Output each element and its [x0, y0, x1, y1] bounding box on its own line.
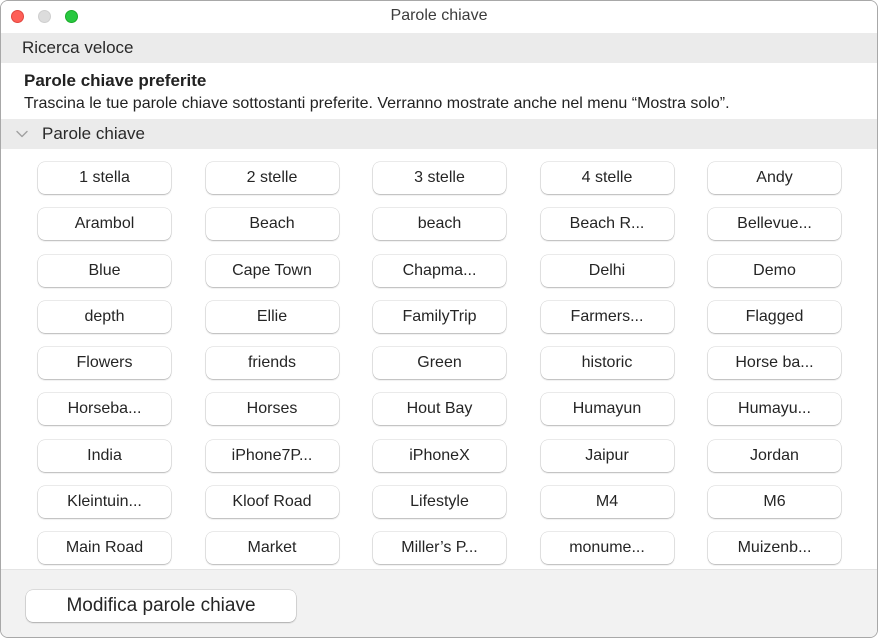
keyword-button[interactable]: friends	[205, 347, 339, 380]
favorites-description: Trascina le tue parole chiave sottostant…	[24, 95, 730, 112]
keyword-button[interactable]: Jordan	[708, 439, 841, 472]
keyword-button[interactable]: Demo	[708, 254, 841, 287]
keywords-window: Parole chiave Ricerca veloce Parole chia…	[0, 0, 878, 638]
quick-search-label: Ricerca veloce	[22, 38, 134, 57]
quick-search-header[interactable]: Ricerca veloce	[1, 33, 877, 63]
keyword-button[interactable]: 2 stelle	[205, 162, 339, 194]
keyword-button[interactable]: depth	[38, 300, 171, 333]
title-bar[interactable]: Parole chiave	[1, 1, 877, 33]
keyword-button[interactable]: Farmers...	[540, 300, 674, 333]
keyword-button[interactable]: Kleintuin...	[38, 486, 171, 519]
keyword-button[interactable]: FamilyTrip	[373, 300, 506, 333]
keyword-button[interactable]: iPhoneX	[373, 439, 506, 472]
keyword-button[interactable]: monume...	[540, 532, 674, 565]
keyword-button[interactable]: Kloof Road	[205, 486, 339, 519]
keyword-button[interactable]: Humayun	[540, 393, 674, 426]
keyword-button[interactable]: Flowers	[38, 347, 171, 380]
keyword-button[interactable]: Green	[373, 347, 506, 380]
keyword-button[interactable]: Jaipur	[540, 439, 674, 472]
window-title: Parole chiave	[390, 7, 488, 24]
keyword-button[interactable]: Beach R...	[540, 208, 674, 241]
keyword-button[interactable]: Horses	[205, 393, 339, 426]
keyword-button[interactable]: Ellie	[205, 300, 339, 333]
keyword-button[interactable]: Andy	[708, 162, 841, 194]
footer-bar: Modifica parole chiave	[1, 569, 877, 637]
keyword-button[interactable]: historic	[540, 347, 674, 380]
keyword-button[interactable]: Muizenb...	[708, 532, 841, 565]
keywords-section-label: Parole chiave	[42, 124, 146, 143]
keyword-button[interactable]: Market	[205, 532, 339, 565]
keyword-button[interactable]: Horseba...	[38, 393, 171, 426]
keyword-button[interactable]: Blue	[38, 254, 171, 287]
edit-keywords-button[interactable]: Modifica parole chiave	[26, 590, 296, 622]
keyword-button[interactable]: Chapma...	[373, 254, 506, 287]
keyword-button[interactable]: India	[38, 439, 171, 472]
keyword-button[interactable]: Humayu...	[708, 393, 841, 426]
chevron-down-icon[interactable]	[15, 127, 29, 141]
keyword-button[interactable]: beach	[373, 208, 506, 241]
keyword-button[interactable]: Hout Bay	[373, 393, 506, 426]
keyword-button[interactable]: Delhi	[540, 254, 674, 287]
keyword-button[interactable]: Beach	[205, 208, 339, 241]
keyword-button[interactable]: Flagged	[708, 300, 841, 333]
keyword-button[interactable]: 3 stelle	[373, 162, 506, 194]
favorites-title: Parole chiave preferite	[24, 71, 207, 90]
keyword-button[interactable]: 1 stella	[38, 162, 171, 194]
keyword-button[interactable]: Arambol	[38, 208, 171, 241]
keyword-button[interactable]: Horse ba...	[708, 347, 841, 380]
keyword-button[interactable]: iPhone7P...	[205, 439, 339, 472]
keyword-button[interactable]: Main Road	[38, 532, 171, 565]
keyword-button[interactable]: Lifestyle	[373, 486, 506, 519]
keyword-button[interactable]: M4	[540, 486, 674, 519]
keyword-button[interactable]: Miller’s P...	[373, 532, 506, 565]
keyword-button[interactable]: 4 stelle	[540, 162, 674, 194]
keywords-section-header[interactable]: Parole chiave	[1, 119, 877, 149]
keyword-button[interactable]: M6	[708, 486, 841, 519]
keyword-button[interactable]: Bellevue...	[708, 208, 841, 241]
keyword-grid: 1 stella 2 stelle 3 stelle 4 stelle Andy Aram…	[38, 162, 841, 565]
keyword-button[interactable]: Cape Town	[205, 254, 339, 287]
